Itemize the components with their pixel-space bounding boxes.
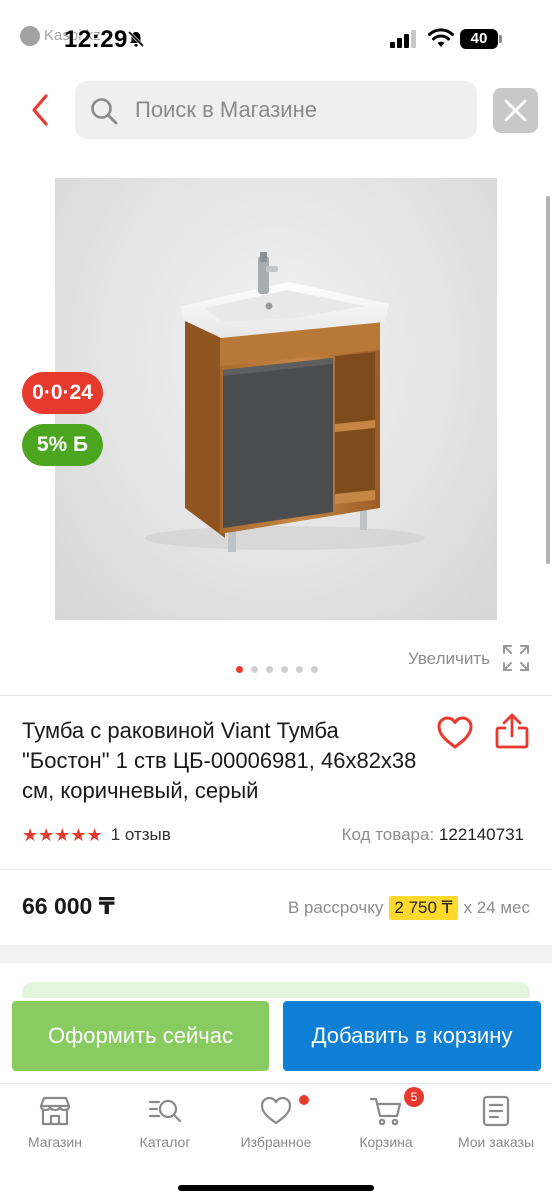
tab-cart[interactable]: 5 Корзина — [331, 1087, 441, 1156]
tab-store[interactable]: Магазин — [0, 1094, 110, 1156]
cellular-signal-icon — [390, 30, 416, 48]
heart-icon — [260, 1096, 292, 1125]
expand-icon — [503, 645, 529, 671]
search-header — [0, 80, 552, 140]
installment-amount: 2 750 ₸ — [389, 896, 458, 920]
status-time: 12:29 — [64, 26, 128, 53]
pagination-dot[interactable] — [251, 666, 258, 673]
home-indicator — [178, 1185, 374, 1191]
cart-icon — [369, 1097, 402, 1126]
product-photo[interactable] — [55, 178, 497, 620]
favorites-dot-badge — [299, 1095, 309, 1105]
bonus-5-percent-badge: 5% Б — [22, 424, 103, 466]
battery-indicator: 40 — [460, 29, 498, 49]
orders-icon — [482, 1095, 510, 1127]
battery-tip — [499, 35, 502, 43]
zoom-button[interactable]: Увеличить — [408, 644, 529, 674]
zoom-label: Увеличить — [408, 649, 490, 668]
wifi-icon — [428, 28, 454, 47]
tab-label: Мои заказы — [457, 1134, 535, 1150]
search-bar[interactable] — [75, 81, 477, 139]
divider — [0, 695, 552, 696]
installment-suffix: x 24 мес — [463, 898, 531, 917]
pagination-dot[interactable] — [311, 666, 318, 673]
tab-label: Корзина — [359, 1134, 413, 1150]
close-icon — [504, 99, 527, 122]
add-to-favorites-heart-icon[interactable] — [436, 714, 474, 752]
product-code: Код товара: 122140731 — [342, 825, 524, 845]
rating-row[interactable]: ★★★★★ 1 отзыв — [22, 823, 171, 847]
promo-banner[interactable] — [22, 982, 530, 998]
installment-prefix: В рассрочку — [287, 898, 384, 917]
tab-favorites[interactable]: Избранное — [221, 1094, 331, 1156]
pagination-dot[interactable] — [266, 666, 273, 673]
gallery-pagination[interactable] — [236, 666, 318, 674]
search-icon — [91, 98, 118, 125]
product-title: Тумба с раковиной Viant Тумба "Бостон" 1… — [22, 718, 417, 803]
product-code-label: Код товара: — [341, 825, 435, 844]
pagination-dot[interactable] — [296, 666, 303, 673]
catalog-icon — [148, 1099, 182, 1123]
tab-catalog[interactable]: Каталог — [110, 1094, 220, 1156]
installment-info[interactable]: В рассрочку 2 750 ₸ x 24 мес — [288, 896, 530, 920]
section-separator — [0, 945, 552, 963]
store-icon — [39, 1096, 71, 1126]
product-price: 66 000 ₸ — [22, 893, 115, 919]
status-bar: Kaspi.kz 12:29 40 — [0, 0, 552, 80]
tab-label: Каталог — [139, 1134, 191, 1150]
reviews-link[interactable]: 1 отзыв — [111, 825, 171, 845]
cart-count-badge: 5 — [404, 1087, 424, 1107]
vanity-cabinet-illustration — [145, 252, 425, 552]
close-search-button[interactable] — [493, 88, 538, 133]
pagination-dot[interactable] — [236, 666, 243, 673]
back-arrow-icon[interactable] — [20, 88, 64, 132]
scroll-indicator — [546, 196, 550, 564]
search-input[interactable] — [135, 81, 465, 139]
divider — [0, 869, 552, 870]
back-to-app-icon[interactable] — [20, 26, 40, 46]
bottom-tab-bar: Магазин Каталог Избранное 5 Корзина Мои … — [0, 1083, 552, 1200]
rating-stars: ★★★★★ — [22, 825, 103, 845]
credit-0-0-24-badge: 0·0·24 — [22, 372, 103, 414]
tab-my-orders[interactable]: Мои заказы — [441, 1094, 551, 1156]
buy-now-button[interactable]: Оформить сейчас — [12, 1001, 269, 1071]
share-icon[interactable] — [494, 712, 530, 750]
tab-label: Магазин — [27, 1134, 82, 1150]
pagination-dot[interactable] — [281, 666, 288, 673]
tab-label: Избранное — [240, 1134, 312, 1150]
add-to-cart-button[interactable]: Добавить в корзину — [283, 1001, 541, 1071]
product-code-value: 122140731 — [438, 825, 524, 844]
product-gallery[interactable]: 0·0·24 5% Б Увеличить — [0, 178, 552, 678]
silent-bell-icon — [127, 30, 145, 48]
